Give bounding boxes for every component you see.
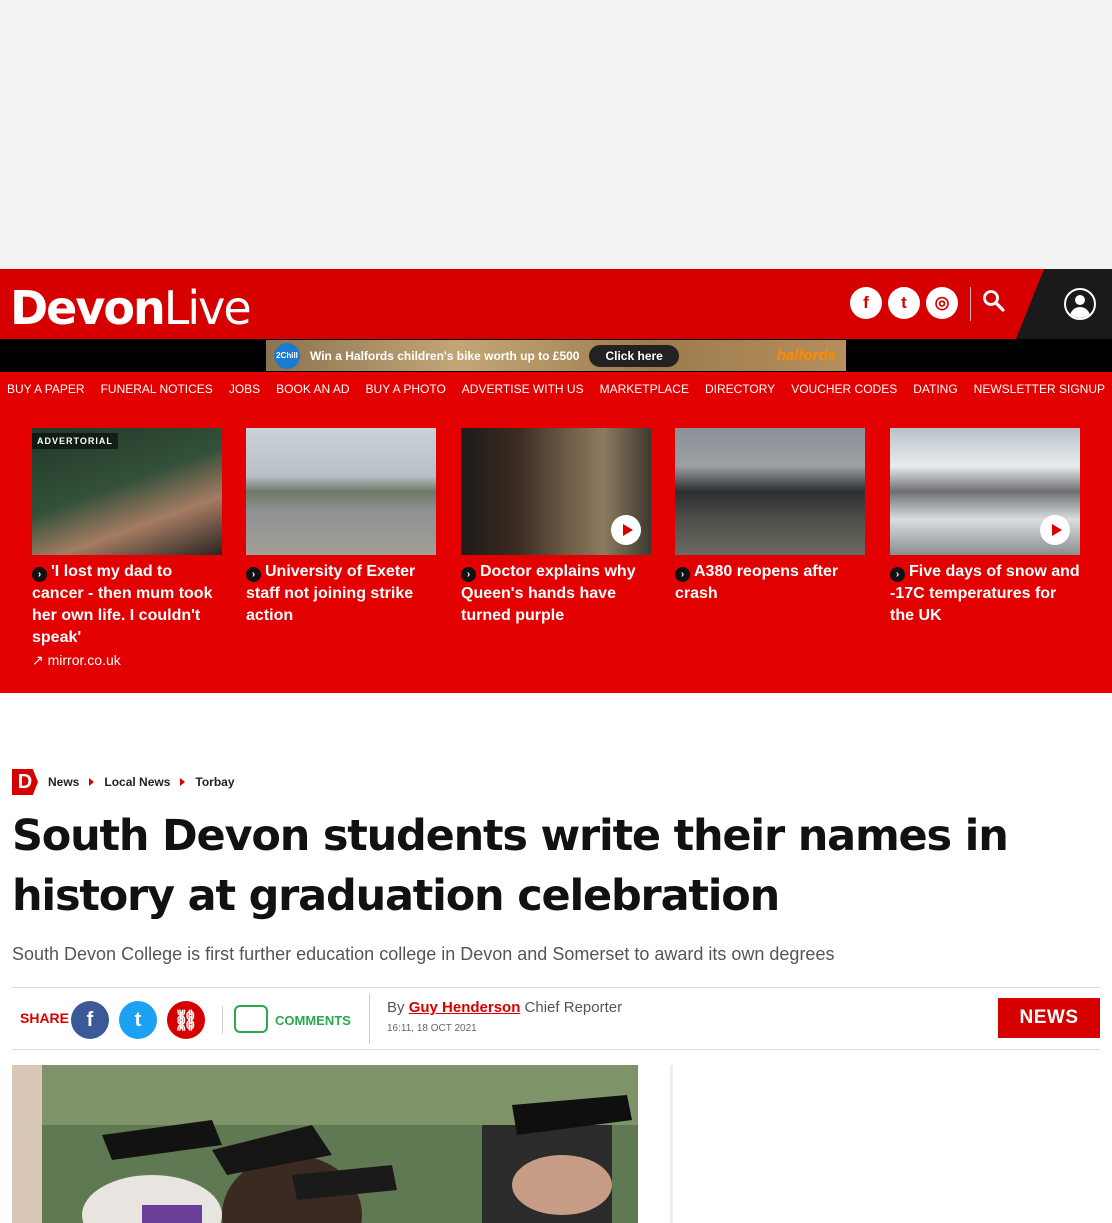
d-logo-icon[interactable]: D <box>12 769 38 795</box>
devonlive-logo[interactable]: DevonLive <box>10 281 252 335</box>
nav-dating[interactable]: DATING <box>913 382 957 396</box>
nav-funeral-notices[interactable]: FUNERAL NOTICES <box>101 382 213 396</box>
nav-jobs[interactable]: JOBS <box>229 382 260 396</box>
byline-divider <box>369 994 370 1044</box>
author-link[interactable]: Guy Henderson <box>409 999 521 1016</box>
banner-strip: 2Chill Win a Halfords children's bike wo… <box>0 339 1112 372</box>
banner-text: Win a Halfords children's bike worth up … <box>310 348 580 363</box>
breadcrumb-news[interactable]: News <box>48 775 79 789</box>
top-ad-slot <box>0 0 1112 269</box>
facebook-share-icon[interactable]: f <box>71 1001 109 1039</box>
promo-card[interactable]: › Doctor explains why Queen's hands have … <box>461 428 651 627</box>
article-headline: South Devon students write their names i… <box>12 811 1009 921</box>
play-icon[interactable] <box>611 515 641 545</box>
social-links: f t ◎ <box>850 287 958 319</box>
nav-directory[interactable]: DIRECTORY <box>705 382 775 396</box>
breadcrumb-arrow-icon <box>89 778 95 786</box>
twitter-icon[interactable]: t <box>888 287 920 319</box>
nav-newsletter-signup[interactable]: NEWSLETTER SIGNUP <box>974 382 1105 396</box>
promo-card[interactable]: › A380 reopens after crash <box>675 428 865 605</box>
promo-thumbnail[interactable] <box>675 428 865 555</box>
copy-link-icon[interactable]: ⛓ <box>167 1001 205 1039</box>
chevron-right-icon: › <box>675 567 690 582</box>
promo-card-title[interactable]: › Five days of snow and -17C temperatures… <box>890 561 1080 627</box>
facebook-icon[interactable]: f <box>850 287 882 319</box>
play-icon[interactable] <box>1040 515 1070 545</box>
breadcrumb: D News Local News Torbay <box>12 769 235 795</box>
promo-card-title[interactable]: › Doctor explains why Queen's hands have … <box>461 561 651 627</box>
advertorial-badge: ADVERTORIAL <box>32 433 118 449</box>
chevron-right-icon: › <box>890 567 905 582</box>
chevron-right-icon: › <box>32 567 47 582</box>
halfords-logo: halfords <box>776 347 836 364</box>
external-link-icon: ↗ <box>32 652 48 668</box>
promo-source-link[interactable]: ↗ mirror.co.uk <box>32 652 222 669</box>
header-divider <box>970 287 971 321</box>
promo-card[interactable]: › University of Exeter staff not joining … <box>246 428 436 627</box>
promo-thumbnail[interactable] <box>246 428 436 555</box>
top-nav: BUY A PAPER FUNERAL NOTICES JOBS BOOK AN… <box>0 372 1112 405</box>
promo-card-title[interactable]: › A380 reopens after crash <box>675 561 865 605</box>
article-standfirst: South Devon College is first further edu… <box>12 944 835 964</box>
breadcrumb-torbay[interactable]: Torbay <box>195 775 234 789</box>
promo-card[interactable]: ADVERTORIAL › 'I lost my dad to cancer - … <box>32 428 222 669</box>
breadcrumb-local-news[interactable]: Local News <box>104 775 170 789</box>
search-icon[interactable] <box>982 289 1006 313</box>
halfords-banner-ad[interactable]: 2Chill Win a Halfords children's bike wo… <box>266 340 846 371</box>
promo-card[interactable]: › Five days of snow and -17C temperatures… <box>890 428 1080 627</box>
chevron-right-icon: › <box>461 567 476 582</box>
share-divider <box>222 1006 223 1034</box>
nav-buy-a-paper[interactable]: BUY A PAPER <box>7 382 85 396</box>
account-panel[interactable] <box>1016 269 1112 339</box>
2chill-badge: 2Chill <box>274 342 300 369</box>
sidebar-rule <box>670 1065 673 1223</box>
nav-voucher-codes[interactable]: VOUCHER CODES <box>791 382 897 396</box>
article-meta-bar: SHARE f t ⛓ COMMENTS By Guy Henderson Ch… <box>12 987 1100 1050</box>
byline: By Guy Henderson Chief Reporter <box>387 999 623 1016</box>
instagram-icon[interactable]: ◎ <box>926 287 958 319</box>
comments-icon[interactable] <box>234 1005 268 1033</box>
promo-strip: ADVERTORIAL › 'I lost my dad to cancer - … <box>0 405 1112 693</box>
nav-buy-a-photo[interactable]: BUY A PHOTO <box>366 382 446 396</box>
promo-card-title[interactable]: › 'I lost my dad to cancer - then mum too… <box>32 561 222 649</box>
hero-image <box>12 1065 638 1223</box>
twitter-share-icon[interactable]: t <box>119 1001 157 1039</box>
nav-book-an-ad[interactable]: BOOK AN AD <box>276 382 349 396</box>
promo-card-title[interactable]: › University of Exeter staff not joining … <box>246 561 436 627</box>
comments-link[interactable]: COMMENTS <box>275 1013 351 1028</box>
masthead: DevonLive f t ◎ <box>0 269 1112 339</box>
chevron-right-icon: › <box>246 567 261 582</box>
nav-advertise-with-us[interactable]: ADVERTISE WITH US <box>462 382 584 396</box>
nav-marketplace[interactable]: MARKETPLACE <box>600 382 689 396</box>
article-timestamp: 16:11, 18 OCT 2021 <box>387 1023 477 1034</box>
banner-cta-button[interactable]: Click here <box>589 344 679 367</box>
account-icon[interactable] <box>1064 288 1096 320</box>
promo-thumbnail[interactable] <box>461 428 651 555</box>
promo-thumbnail[interactable] <box>890 428 1080 555</box>
breadcrumb-arrow-icon <box>180 778 186 786</box>
share-label: SHARE <box>20 1010 70 1026</box>
news-tag[interactable]: NEWS <box>998 998 1100 1038</box>
promo-thumbnail[interactable]: ADVERTORIAL <box>32 428 222 555</box>
graduation-photo <box>12 1065 638 1223</box>
